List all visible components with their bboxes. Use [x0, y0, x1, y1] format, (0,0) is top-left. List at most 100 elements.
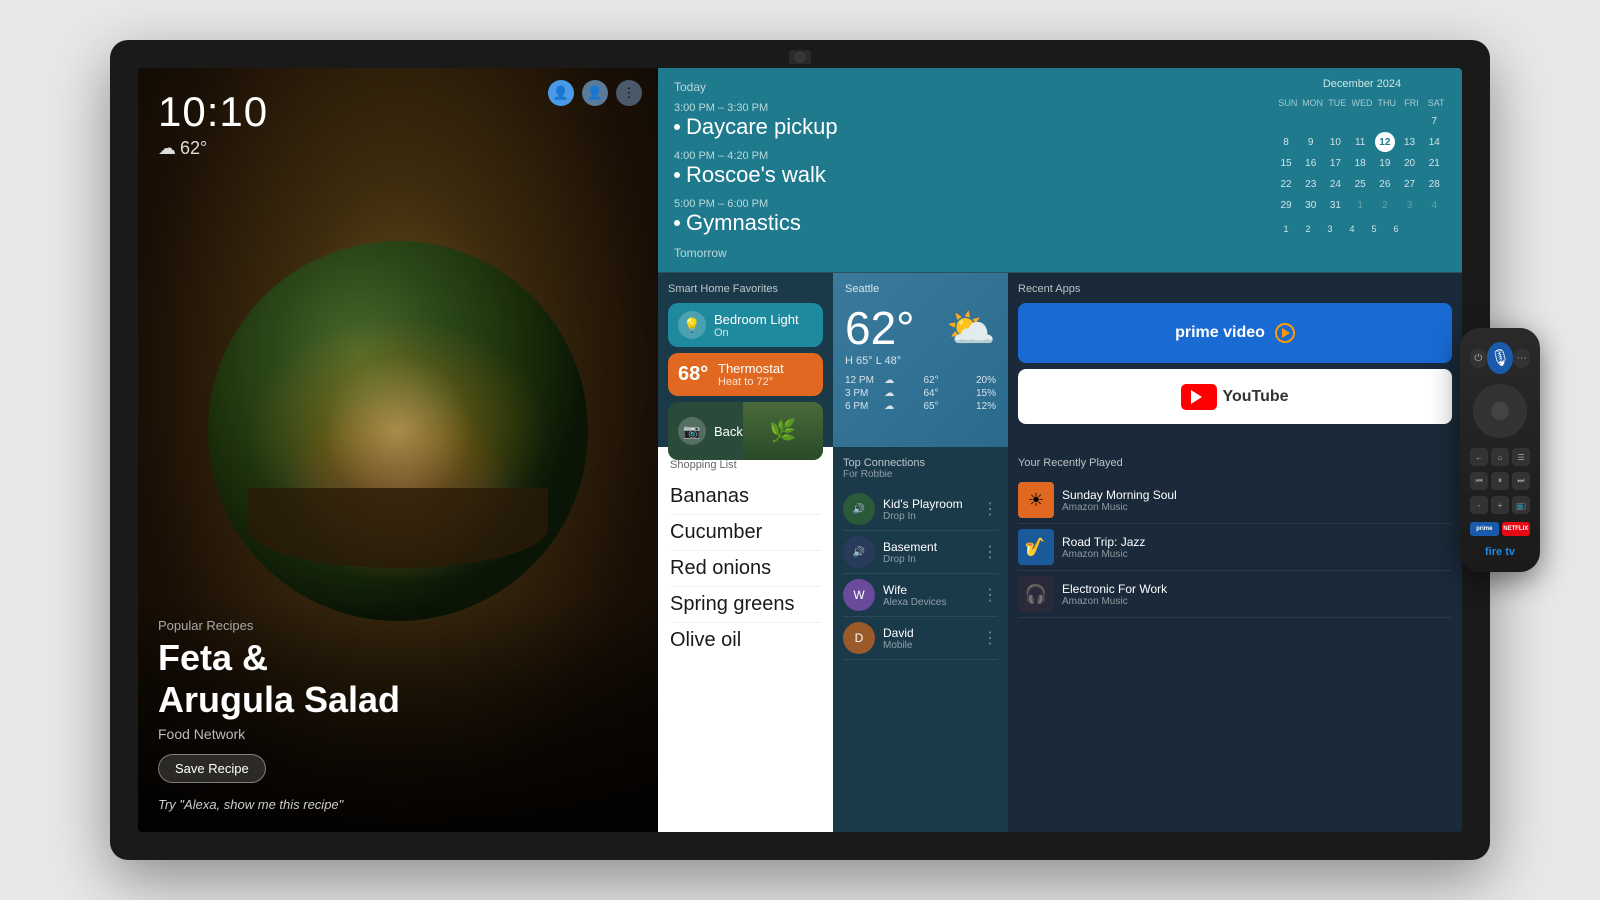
- track-2[interactable]: 🎷 Road Trip: Jazz Amazon Music: [1018, 524, 1452, 571]
- contact-3-status: Alexa Devices: [883, 597, 974, 608]
- track-1[interactable]: ☀ Sunday Morning Soul Amazon Music: [1018, 477, 1452, 524]
- smart-home-title: Smart Home Favorites: [668, 283, 823, 295]
- connections-title: Top Connections: [843, 457, 998, 469]
- contact-3-name: Wife: [883, 583, 974, 597]
- weather-icon-big: ⛅: [946, 305, 996, 352]
- tv-button[interactable]: 📺: [1512, 496, 1530, 514]
- youtube-text: YouTube: [1222, 388, 1288, 406]
- forecast-12pm: 12 PM ☁ 62° 20%: [845, 375, 996, 386]
- back-button[interactable]: ←: [1470, 448, 1488, 466]
- connections-panel: Top Connections For Robbie 🔊 Kid's Playr…: [833, 447, 1008, 832]
- top-icons: 👤 👤 ⋮: [548, 80, 642, 106]
- play-pause-button[interactable]: ⏸: [1491, 472, 1509, 490]
- contact-1-more[interactable]: ⋮: [982, 499, 998, 519]
- backyard-preview: 🌿: [743, 402, 823, 460]
- remote-control: ⏻ 🎙 ⋯ ← ⌂ ☰ ⏮ ⏸ ⏭ - + 📺 prime NET: [1460, 328, 1540, 572]
- track-3-thumb: 🎧: [1018, 576, 1054, 612]
- contact-3[interactable]: W Wife Alexa Devices ⋮: [843, 574, 998, 617]
- netflix-stream-button[interactable]: NETFLIX: [1502, 522, 1531, 536]
- profile-icon[interactable]: 👤: [582, 80, 608, 106]
- contact-4-avatar: D: [843, 622, 875, 654]
- power-button[interactable]: ⏻: [1470, 348, 1487, 368]
- vol-up-button[interactable]: +: [1491, 496, 1509, 514]
- contact-3-more[interactable]: ⋮: [982, 585, 998, 605]
- thermostat-status: Heat to 72°: [718, 376, 784, 388]
- event-1-time: 3:00 PM – 3:30 PM: [674, 102, 1246, 114]
- firetv-logo: fire tv: [1470, 546, 1530, 558]
- contact-4-more[interactable]: ⋮: [982, 628, 998, 648]
- prime-video-button[interactable]: prime video: [1018, 303, 1452, 363]
- nav-center[interactable]: [1491, 402, 1509, 420]
- track-2-source: Amazon Music: [1062, 549, 1452, 560]
- track-3-source: Amazon Music: [1062, 596, 1452, 607]
- contact-2-info: Basement Drop In: [883, 540, 974, 565]
- temperature: 62°: [180, 138, 207, 159]
- shopping-item-4: Spring greens: [670, 587, 821, 623]
- event-1-name: Daycare pickup: [674, 114, 1246, 140]
- recent-apps-title: Recent Apps: [1018, 283, 1452, 295]
- mini-calendar: December 2024 SUN MON TUE WED THU FRI SA…: [1262, 68, 1462, 272]
- weather-main: 62° ⛅: [845, 301, 996, 355]
- home-button[interactable]: ⌂: [1491, 448, 1509, 466]
- streaming-row: prime NETFLIX: [1470, 522, 1530, 536]
- recipe-source: Food Network: [158, 726, 638, 742]
- contact-1-info: Kid's Playroom Drop In: [883, 497, 974, 522]
- save-recipe-button[interactable]: Save Recipe: [158, 754, 266, 783]
- contact-1-name: Kid's Playroom: [883, 497, 974, 511]
- time-weather: 10:10 ☁ 62°: [158, 88, 268, 159]
- today-label: Today: [674, 80, 1246, 94]
- vol-down-button[interactable]: -: [1470, 496, 1488, 514]
- fast-forward-button[interactable]: ⏭: [1512, 472, 1530, 490]
- youtube-button[interactable]: YouTube: [1018, 369, 1452, 424]
- prime-video-logo: prime video: [1175, 323, 1295, 343]
- weather-hl: H 65° L 48°: [845, 355, 996, 367]
- tv-frame: 10:10 ☁ 62° 👤 👤 ⋮ Popular Recipes: [110, 40, 1490, 860]
- contact-4-status: Mobile: [883, 640, 974, 651]
- shopping-list-panel: Shopping List Bananas Cucumber Red onion…: [658, 447, 833, 832]
- contact-2-more[interactable]: ⋮: [982, 542, 998, 562]
- bedroom-light-button[interactable]: 💡 Bedroom Light On: [668, 303, 823, 347]
- rewind-button[interactable]: ⏮: [1470, 472, 1488, 490]
- youtube-play-icon: [1181, 384, 1217, 410]
- weather-icon: ☁: [158, 138, 176, 159]
- recipe-title-line1: Feta &: [158, 637, 268, 678]
- contact-2[interactable]: 🔊 Basement Drop In ⋮: [843, 531, 998, 574]
- forecast-3pm: 3 PM ☁ 64° 15%: [845, 388, 996, 399]
- alexa-hint: Try "Alexa, show me this recipe": [158, 797, 638, 812]
- media-buttons-row: ⏮ ⏸ ⏭: [1470, 472, 1530, 490]
- event-2-time: 4:00 PM – 4:20 PM: [674, 150, 1246, 162]
- smart-home-panel: Smart Home Favorites 💡 Bedroom Light On …: [658, 273, 833, 447]
- menu-button[interactable]: ☰: [1512, 448, 1530, 466]
- thermostat-button[interactable]: 68° Thermostat Heat to 72°: [668, 353, 823, 396]
- tv-screen: 10:10 ☁ 62° 👤 👤 ⋮ Popular Recipes: [138, 68, 1462, 832]
- event-3: 5:00 PM – 6:00 PM Gymnastics: [674, 198, 1246, 236]
- forecast-6pm: 6 PM ☁ 65° 12%: [845, 401, 996, 412]
- weather-temp: 62°: [845, 301, 915, 355]
- track-2-info: Road Trip: Jazz Amazon Music: [1062, 535, 1452, 560]
- settings-button[interactable]: ⋯: [1513, 348, 1530, 368]
- track-1-source: Amazon Music: [1062, 502, 1452, 513]
- event-3-dot: [674, 220, 680, 226]
- youtube-logo: YouTube: [1181, 384, 1288, 410]
- mic-button[interactable]: 🎙: [1487, 342, 1514, 374]
- calendar-month-year: December 2024: [1276, 78, 1448, 90]
- connections-subtitle: For Robbie: [843, 469, 998, 480]
- backyard-camera[interactable]: 📷 Backyard 🌿: [668, 402, 823, 460]
- track-3[interactable]: 🎧 Electronic For Work Amazon Music: [1018, 571, 1452, 618]
- shopping-list-title: Shopping List: [670, 459, 821, 471]
- volume-row: - + 📺: [1470, 496, 1530, 514]
- alexa-icon[interactable]: 👤: [548, 80, 574, 106]
- event-2-dot: [674, 172, 680, 178]
- contact-2-name: Basement: [883, 540, 974, 554]
- contact-4[interactable]: D David Mobile ⋮: [843, 617, 998, 660]
- prime-stream-button[interactable]: prime: [1470, 522, 1499, 536]
- contact-1[interactable]: 🔊 Kid's Playroom Drop In ⋮: [843, 488, 998, 531]
- light-icon: 💡: [678, 311, 706, 339]
- nav-ring[interactable]: [1473, 384, 1527, 438]
- menu-icon[interactable]: ⋮: [616, 80, 642, 106]
- contact-3-info: Wife Alexa Devices: [883, 583, 974, 608]
- right-panel: Today 3:00 PM – 3:30 PM Daycare pickup 4…: [658, 68, 1462, 832]
- calendar-grid: SUN MON TUE WED THU FRI SAT: [1276, 96, 1448, 215]
- track-2-thumb: 🎷: [1018, 529, 1054, 565]
- track-3-info: Electronic For Work Amazon Music: [1062, 582, 1452, 607]
